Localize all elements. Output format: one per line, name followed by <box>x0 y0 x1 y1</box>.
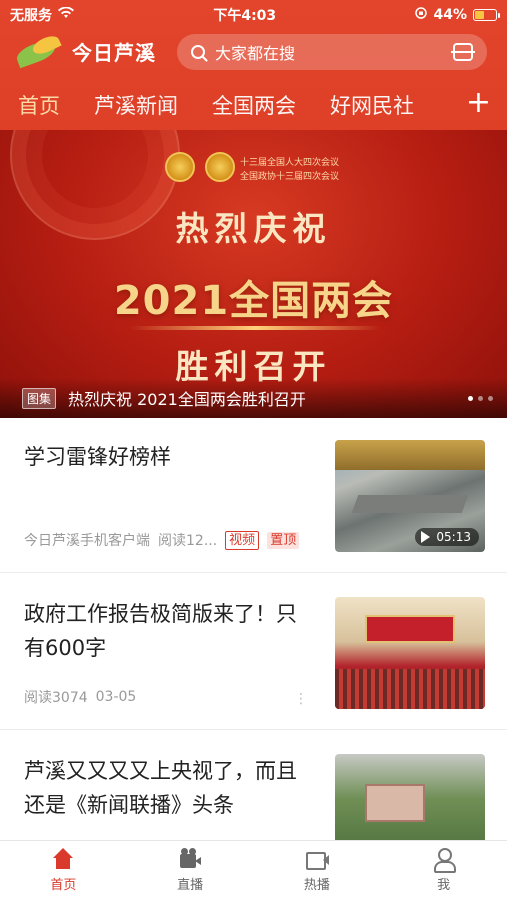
carrier-label: 无服务 <box>10 8 52 24</box>
banner-subtitle: 十三届全国人大四次会议 全国政协十三届四次会议 <box>240 156 339 184</box>
news-meta: 阅读3074 03-05 <box>24 687 136 707</box>
news-reads: 阅读3074 <box>24 690 88 706</box>
news-title: 芦溪又又又又上央视了，而且还是《新闻联播》头条 <box>24 759 297 817</box>
search-icon <box>191 45 205 59</box>
app-header: 无服务 下午4:03 44% 今日芦溪 大家都在搜 首页 芦溪新闻 全国两会 好… <box>0 0 507 130</box>
battery-icon <box>473 9 500 21</box>
tabbar-hot[interactable]: 热播 <box>254 841 381 900</box>
news-item[interactable]: 学习雷锋好榜样 今日芦溪手机客户端 阅读12... 视频 置顶 05:13 <box>0 418 507 573</box>
status-bar: 无服务 下午4:03 44% <box>0 0 507 30</box>
tabbar-label: 热播 <box>303 878 330 893</box>
pinned-tag: 置顶 <box>267 531 300 549</box>
duration-text: 05:13 <box>436 530 471 544</box>
banner-subtitle-1: 十三届全国人大四次会议 <box>240 158 340 168</box>
tab-home[interactable]: 首页 <box>18 84 60 130</box>
news-thumbnail[interactable] <box>335 754 485 840</box>
add-channel-icon[interactable]: + <box>466 86 491 120</box>
tabbar-label: 首页 <box>50 878 77 893</box>
banner-caption-bar: 图集 热烈庆祝 2021全国两会胜利召开 <box>0 378 507 418</box>
bottom-tab-bar: 首页 直播 热播 我 <box>0 840 507 900</box>
news-list: 学习雷锋好榜样 今日芦溪手机客户端 阅读12... 视频 置顶 05:13 政府… <box>0 418 507 840</box>
news-thumbnail[interactable]: 05:13 <box>335 440 485 552</box>
banner-line-1: 热烈庆祝 <box>175 209 332 248</box>
tabbar-home[interactable]: 首页 <box>0 841 127 900</box>
logo-leaf-icon <box>14 32 66 69</box>
video-duration: 05:13 <box>415 528 479 546</box>
play-icon <box>421 531 431 543</box>
more-options-icon[interactable]: ⋮ <box>294 691 308 707</box>
banner-subtitle-2: 全国政协十三届四次会议 <box>240 172 340 182</box>
tabbar-live[interactable]: 直播 <box>127 841 254 900</box>
scan-icon[interactable] <box>451 43 475 61</box>
news-thumbnail[interactable] <box>335 597 485 709</box>
status-time: 下午4:03 <box>213 8 277 24</box>
news-meta: 今日芦溪手机客户端 阅读12... 视频 置顶 <box>24 530 300 550</box>
news-title: 学习雷锋好榜样 <box>24 445 171 469</box>
carousel-dot[interactable] <box>468 396 473 401</box>
news-source: 今日芦溪手机客户端 <box>24 533 150 549</box>
tabbar-label: 直播 <box>177 878 204 893</box>
cppcc-emblem-icon <box>205 152 235 182</box>
banner-glow-divider <box>130 326 380 330</box>
video-camera-icon <box>305 848 329 870</box>
battery-percent: 44% <box>433 7 467 23</box>
news-title: 政府工作报告极简版来了！只有600字 <box>24 602 297 660</box>
carousel-dot[interactable] <box>478 396 483 401</box>
video-tag: 视频 <box>225 530 260 550</box>
headline-banner[interactable]: 十三届全国人大四次会议 全国政协十三届四次会议 热烈庆祝 2021全国两会 胜利… <box>0 130 507 418</box>
tabbar-label: 我 <box>437 878 451 893</box>
logo-text: 今日芦溪 <box>72 40 156 65</box>
wifi-icon <box>58 6 74 23</box>
banner-emblems <box>165 152 235 182</box>
search-placeholder: 大家都在搜 <box>215 44 296 63</box>
tabbar-me[interactable]: 我 <box>380 841 507 900</box>
tab-luxi-news[interactable]: 芦溪新闻 <box>94 84 178 130</box>
tab-good-netizen[interactable]: 好网民社 <box>330 84 414 130</box>
home-icon <box>51 848 75 870</box>
tab-two-sessions[interactable]: 全国两会 <box>212 84 296 130</box>
news-item[interactable]: 芦溪又又又又上央视了，而且还是《新闻联播》头条 <box>0 732 507 840</box>
banner-caption: 热烈庆祝 2021全国两会胜利召开 <box>68 390 306 409</box>
carousel-dot[interactable] <box>488 396 493 401</box>
profile-icon <box>432 848 456 873</box>
news-item[interactable]: 政府工作报告极简版来了！只有600字 阅读3074 03-05 ⋮ <box>0 575 507 730</box>
live-camera-icon <box>178 848 202 870</box>
gallery-badge: 图集 <box>22 387 57 409</box>
national-emblem-icon <box>165 152 195 182</box>
channel-tabs: 首页 芦溪新闻 全国两会 好网民社 + <box>0 84 507 130</box>
carousel-dots <box>468 396 493 401</box>
news-reads: 阅读12... <box>158 533 218 549</box>
search-bar[interactable]: 大家都在搜 <box>177 34 487 70</box>
banner-line-2: 2021全国两会 <box>113 278 394 324</box>
news-date: 03-05 <box>95 689 137 705</box>
app-logo[interactable]: 今日芦溪 <box>14 32 156 69</box>
rotation-lock-icon <box>415 7 428 23</box>
